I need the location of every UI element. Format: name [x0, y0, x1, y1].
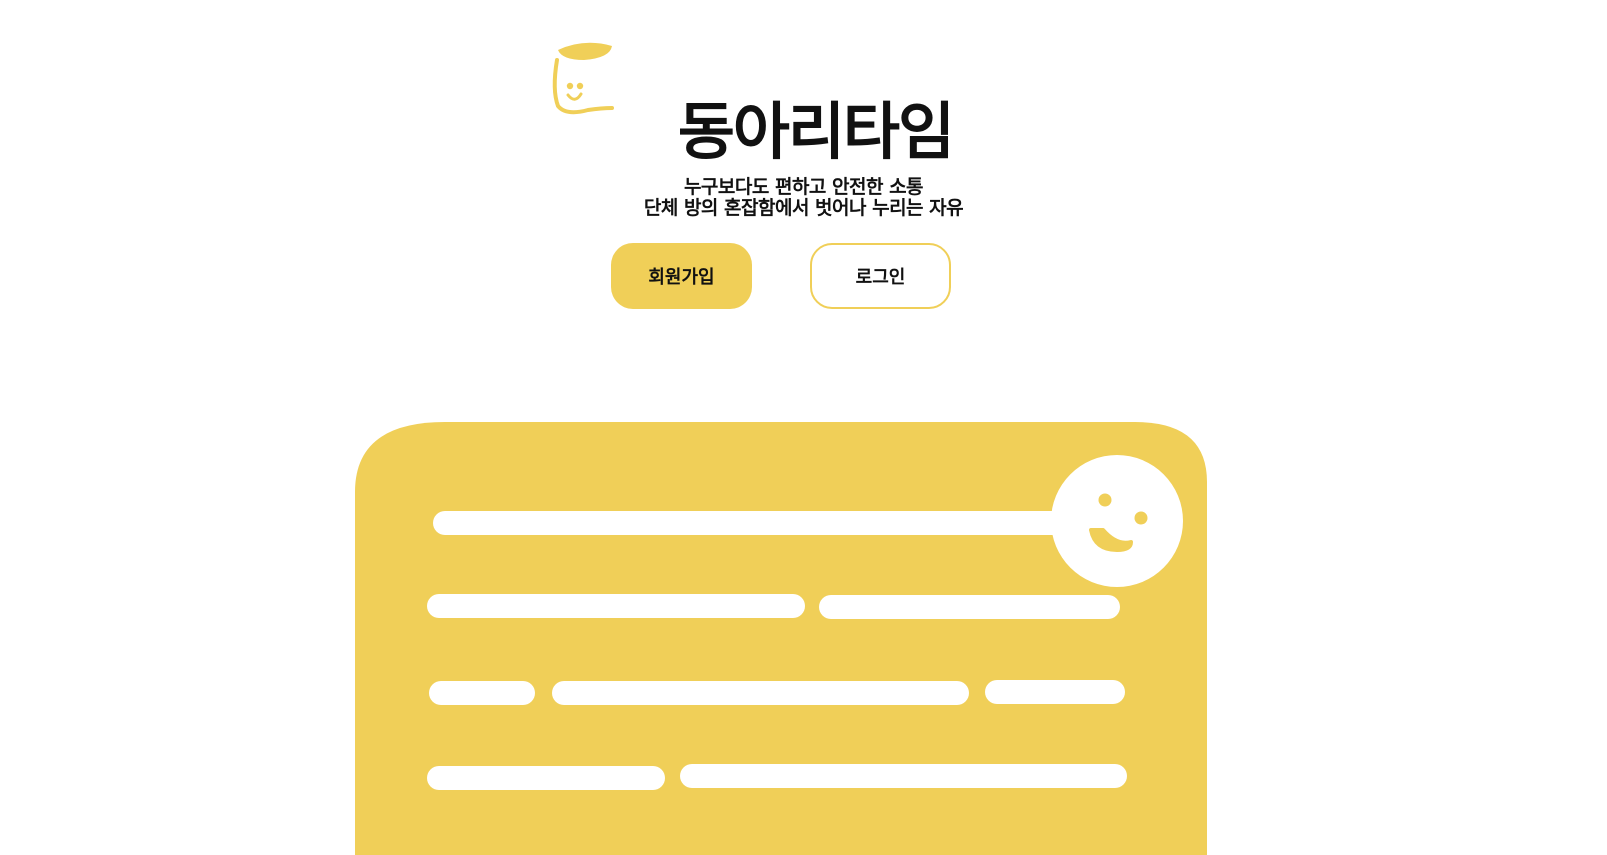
text-line: [819, 595, 1120, 619]
text-line: [552, 681, 969, 705]
text-line: [433, 511, 1073, 535]
text-line: [680, 764, 1127, 788]
text-line: [429, 681, 535, 705]
tagline-line-1: 누구보다도 편하고 안전한 소통: [683, 176, 924, 198]
text-line: [427, 766, 665, 790]
tagline-line-2: 단체 방의 혼잡함에서 벗어나 누리는 자유: [643, 197, 964, 219]
landing-page: 동아리타임 누구보다도 편하고 안전한 소통 단체 방의 혼잡함에서 벗어나 누…: [0, 0, 1607, 855]
chat-bubble-smiley-illustration: [355, 422, 1207, 855]
login-button[interactable]: 로그인: [810, 243, 951, 309]
signup-button[interactable]: 회원가입: [611, 243, 752, 309]
text-line: [985, 680, 1125, 704]
text-line: [427, 594, 805, 618]
brand-title: 동아리타임: [677, 95, 955, 168]
smiley-face: [1051, 455, 1183, 587]
